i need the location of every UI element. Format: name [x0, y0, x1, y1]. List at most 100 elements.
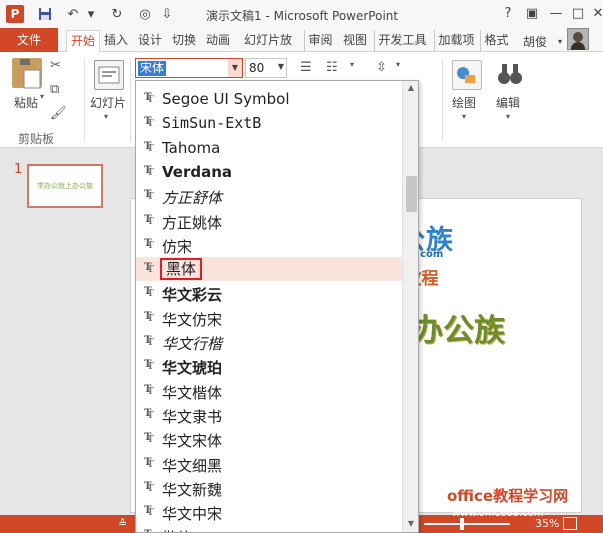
undo-icon[interactable]: ↶ [64, 5, 82, 23]
fit-slide-icon[interactable] [563, 517, 577, 530]
truetype-font-icon: T [144, 335, 154, 348]
font-list-item[interactable]: T 华文中宋 [136, 500, 402, 524]
font-list-item[interactable]: T 华文楷体 [136, 379, 402, 403]
truetype-font-icon: T [144, 529, 151, 532]
tab-home[interactable]: 开始 [66, 30, 100, 52]
font-name: 仿宋 [162, 237, 193, 256]
drawing-dropdown-icon[interactable]: ▾ [462, 112, 466, 121]
new-slide-dropdown-icon[interactable]: ▾ [104, 112, 108, 121]
font-dropdown-list[interactable]: T Segoe UI Symbol T SimSun-ExtB T Tahoma T Verd… [135, 80, 419, 533]
font-size-combobox[interactable]: 80 ▼ [245, 58, 287, 78]
tab-format[interactable]: 格式 [480, 30, 512, 52]
zoom-slider-thumb[interactable] [460, 518, 464, 530]
bullets-icon[interactable]: ☰ [300, 60, 312, 75]
customize-toolbar-icon[interactable]: ⇩ [158, 5, 176, 23]
font-name: 华文仿宋 [162, 310, 223, 329]
truetype-font-icon: T [144, 116, 154, 129]
slide-thumbnail[interactable]: 学办公就上办公族 [27, 164, 103, 208]
paste-dropdown-icon[interactable]: ▾ [40, 92, 44, 101]
font-size-value[interactable]: 80 [249, 61, 264, 75]
font-list-item[interactable]: T 方正舒体 [136, 184, 402, 208]
line-spacing-icon[interactable]: ⇳ [376, 60, 387, 75]
font-list-item[interactable]: T 黑体 [136, 257, 402, 282]
tab-insert[interactable]: 插入 [102, 30, 130, 52]
notes-icon[interactable]: ≙ [118, 517, 127, 530]
ribbon-tabs: 文件 开始 插入 设计 切换 动画 幻灯片放 审阅 视图 开发工具 加载项 格式… [0, 28, 603, 52]
line-spacing-dropdown-icon[interactable]: ▾ [396, 60, 400, 69]
font-name-combobox[interactable]: 宋体 ▼ [135, 58, 243, 78]
tab-file[interactable]: 文件 [0, 28, 58, 52]
numbering-icon[interactable]: ☷ [326, 60, 338, 75]
ribbon-display-options-icon[interactable]: ▣ [520, 2, 544, 24]
truetype-font-icon: T [144, 432, 154, 445]
font-list-item[interactable]: T 华文新魏 [136, 476, 402, 500]
font-name: 华文行楷 [162, 335, 223, 353]
find-binoculars-icon[interactable] [496, 60, 526, 90]
font-size-dropdown-icon[interactable]: ▼ [278, 62, 284, 71]
font-name: 方正舒体 [162, 189, 223, 208]
font-list-item[interactable]: T 华文宋体 [136, 427, 402, 451]
numbering-dropdown-icon[interactable]: ▾ [350, 60, 354, 69]
paste-icon[interactable] [12, 58, 42, 89]
truetype-font-icon: T [144, 481, 154, 494]
help-button[interactable]: ? [496, 2, 520, 24]
paste-label[interactable]: 粘贴 [14, 94, 38, 111]
undo-dropdown-icon[interactable]: ▾ [82, 5, 100, 23]
dropdown-scrollbar[interactable]: ▲ ▼ [402, 81, 418, 532]
font-list-item[interactable]: T 华文细黑 [136, 452, 402, 476]
font-list-item[interactable]: T 华文仿宋 [136, 306, 402, 330]
redo-icon[interactable]: ↻ [108, 5, 126, 23]
tab-transitions[interactable]: 切换 [170, 30, 198, 52]
font-list-item[interactable]: T 华文隶书 [136, 403, 402, 427]
editing-label[interactable]: 编辑 [496, 94, 520, 111]
drawing-icon[interactable] [452, 60, 482, 90]
slide-title-text[interactable]: 办公族 [412, 305, 505, 350]
tab-animations[interactable]: 动画 [204, 30, 232, 52]
truetype-font-icon: T [144, 311, 154, 324]
font-list-item[interactable]: T Segoe UI Symbol [136, 87, 402, 111]
close-button[interactable]: ✕ [586, 2, 603, 24]
truetype-font-icon: T [144, 165, 154, 178]
font-list-item[interactable]: T 华文琥珀 [136, 354, 402, 378]
font-list-item[interactable]: T 方正姚体 [136, 209, 402, 233]
font-name: 方正姚体 [162, 213, 223, 232]
avatar[interactable] [567, 28, 589, 50]
font-list-item[interactable]: T 仿宋 [136, 233, 402, 257]
save-icon[interactable] [36, 5, 54, 23]
zoom-slider[interactable] [424, 523, 510, 525]
start-from-beginning-icon[interactable]: ◎ [136, 5, 154, 23]
drawing-label[interactable]: 绘图 [452, 94, 476, 111]
copy-icon[interactable]: ⧉ [50, 82, 59, 97]
font-list-item[interactable]: T Tahoma [136, 136, 402, 160]
scroll-up-icon[interactable]: ▲ [403, 83, 418, 95]
font-list-item[interactable]: T 华文行楷 [136, 330, 402, 354]
format-painter-icon[interactable]: 🖌 [50, 106, 67, 121]
clipboard-group-label: 剪贴板 [18, 132, 55, 146]
font-list-item[interactable]: T SimSun-ExtB [136, 111, 402, 135]
font-list-item[interactable]: T 楷体 [136, 524, 402, 532]
new-slide-icon[interactable] [94, 60, 124, 90]
minimize-button[interactable]: — [544, 2, 568, 24]
tab-slide-show[interactable]: 幻灯片放 [240, 30, 296, 52]
font-name: Tahoma [162, 138, 221, 157]
tab-review[interactable]: 审阅 [304, 30, 336, 52]
font-name: 华文宋体 [162, 432, 223, 451]
tab-view[interactable]: 视图 [340, 30, 370, 52]
scroll-thumb[interactable] [406, 176, 417, 212]
font-name-dropdown-icon[interactable]: ▼ [228, 59, 242, 77]
font-name: 华文彩云 [162, 286, 223, 305]
new-slide-label[interactable]: 幻灯片 [90, 94, 126, 111]
tab-design[interactable]: 设计 [136, 30, 164, 52]
window-title: 演示文稿1 - Microsoft PowerPoint [206, 9, 399, 23]
font-name: 华文楷体 [162, 383, 223, 402]
font-list-item[interactable]: T 华文彩云 [136, 281, 402, 305]
scroll-down-icon[interactable]: ▼ [403, 519, 418, 531]
font-name-value[interactable]: 宋体 [138, 61, 167, 76]
truetype-font-icon: T [144, 408, 154, 421]
editing-dropdown-icon[interactable]: ▾ [506, 112, 510, 121]
user-name[interactable]: 胡俊 [523, 33, 547, 50]
tab-addins[interactable]: 加载项 [434, 30, 478, 52]
tab-developer[interactable]: 开发工具 [374, 30, 430, 52]
cut-icon[interactable]: ✂ [50, 58, 61, 73]
font-list-item[interactable]: T Verdana [136, 160, 402, 184]
